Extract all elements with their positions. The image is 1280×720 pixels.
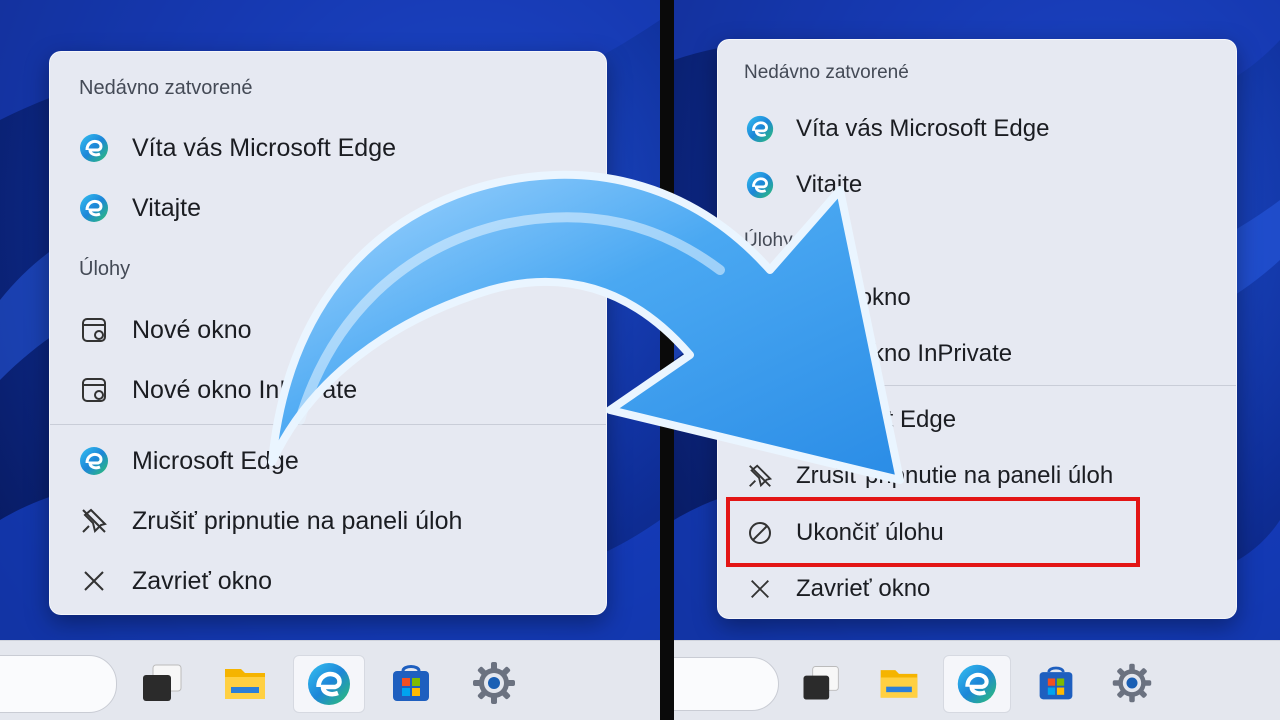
menu-item-label: Microsoft Edge	[132, 446, 299, 475]
browser-window-icon	[744, 338, 776, 370]
edge-icon	[78, 445, 110, 477]
menu-item-recent-vitajte[interactable]: Vitajte	[50, 180, 606, 236]
edge-icon	[744, 113, 776, 145]
edge-icon[interactable]	[943, 655, 1011, 713]
menu-item-label: Víta vás Microsoft Edge	[132, 133, 397, 162]
settings-icon[interactable]	[1104, 655, 1160, 711]
highlight-box-end-task	[726, 497, 1140, 567]
menu-item-label: Nové okno InPrivate	[132, 375, 358, 404]
file-explorer-icon[interactable]	[871, 655, 927, 711]
jump-list-menu-left: Nedávno zatvorené Víta vás Microsoft Edg…	[49, 51, 607, 615]
menu-item-label: Microsoft Edge	[796, 406, 957, 433]
settings-icon[interactable]	[466, 655, 522, 711]
menu-item-unpin[interactable]: Zrušiť pripnutie na paneli úloh	[50, 493, 606, 549]
taskbar-right	[674, 640, 1280, 720]
menu-item-recent-welcome[interactable]: Víta vás Microsoft Edge	[50, 120, 606, 176]
menu-item-label: Zrušiť pripnutie na paneli úloh	[132, 506, 463, 535]
right-screenshot-panel: Nedávno zatvorené Víta vás Microsoft Edg…	[674, 0, 1280, 720]
menu-item-label: Nové okno InPrivate	[796, 340, 1013, 367]
menu-item-recent-welcome[interactable]: Víta vás Microsoft Edge	[718, 101, 1236, 157]
edge-icon	[78, 192, 110, 224]
menu-item-label: Zavrieť okno	[132, 566, 272, 595]
browser-window-icon	[78, 314, 110, 346]
menu-item-microsoft-edge[interactable]: Microsoft Edge	[50, 433, 606, 489]
file-explorer-icon[interactable]	[217, 655, 273, 711]
store-icon[interactable]	[383, 655, 439, 711]
menu-item-label: Vitajte	[132, 193, 202, 222]
unpin-icon	[744, 460, 776, 492]
unpin-icon	[78, 505, 110, 537]
menu-item-unpin[interactable]: Zrušiť pripnutie na paneli úloh	[718, 448, 1236, 504]
edge-icon	[744, 404, 776, 436]
edge-icon	[744, 169, 776, 201]
menu-item-close-window[interactable]: Zavrieť okno	[718, 561, 1236, 617]
panel-divider	[660, 0, 674, 720]
search-box[interactable]	[674, 657, 779, 711]
menu-item-new-window[interactable]: Nové okno	[50, 302, 606, 358]
browser-window-icon	[78, 374, 110, 406]
menu-item-new-inprivate[interactable]: Nové okno InPrivate	[50, 362, 606, 418]
left-screenshot-panel: Nedávno zatvorené Víta vás Microsoft Edg…	[0, 0, 660, 720]
browser-window-icon	[744, 282, 776, 314]
menu-separator	[50, 424, 606, 425]
section-header-recent: Nedávno zatvorené	[744, 62, 909, 83]
menu-item-new-inprivate[interactable]: Nové okno InPrivate	[718, 326, 1236, 382]
menu-separator	[718, 385, 1236, 386]
menu-item-label: Zrušiť pripnutie na paneli úloh	[796, 462, 1114, 489]
menu-item-label: Víta vás Microsoft Edge	[796, 115, 1050, 142]
section-header-tasks: Úlohy	[79, 258, 131, 280]
menu-item-label: Vitajte	[796, 171, 863, 198]
menu-item-label: Nové okno	[796, 284, 911, 311]
search-box[interactable]	[0, 655, 117, 713]
section-header-tasks: Úlohy	[744, 230, 793, 251]
task-view-icon[interactable]	[792, 655, 848, 711]
close-icon	[744, 573, 776, 605]
store-icon[interactable]	[1028, 655, 1084, 711]
menu-item-recent-vitajte[interactable]: Vitajte	[718, 157, 1236, 213]
edge-icon	[78, 132, 110, 164]
taskbar-left	[0, 640, 660, 720]
menu-item-label: Zavrieť okno	[796, 575, 931, 602]
close-icon	[78, 565, 110, 597]
menu-item-close-window[interactable]: Zavrieť okno	[50, 553, 606, 609]
task-view-icon[interactable]	[133, 655, 189, 711]
edge-icon[interactable]	[293, 655, 365, 713]
menu-item-label: Nové okno	[132, 315, 252, 344]
section-header-recent: Nedávno zatvorené	[79, 77, 253, 99]
menu-item-new-window[interactable]: Nové okno	[718, 270, 1236, 326]
menu-item-microsoft-edge[interactable]: Microsoft Edge	[718, 392, 1236, 448]
